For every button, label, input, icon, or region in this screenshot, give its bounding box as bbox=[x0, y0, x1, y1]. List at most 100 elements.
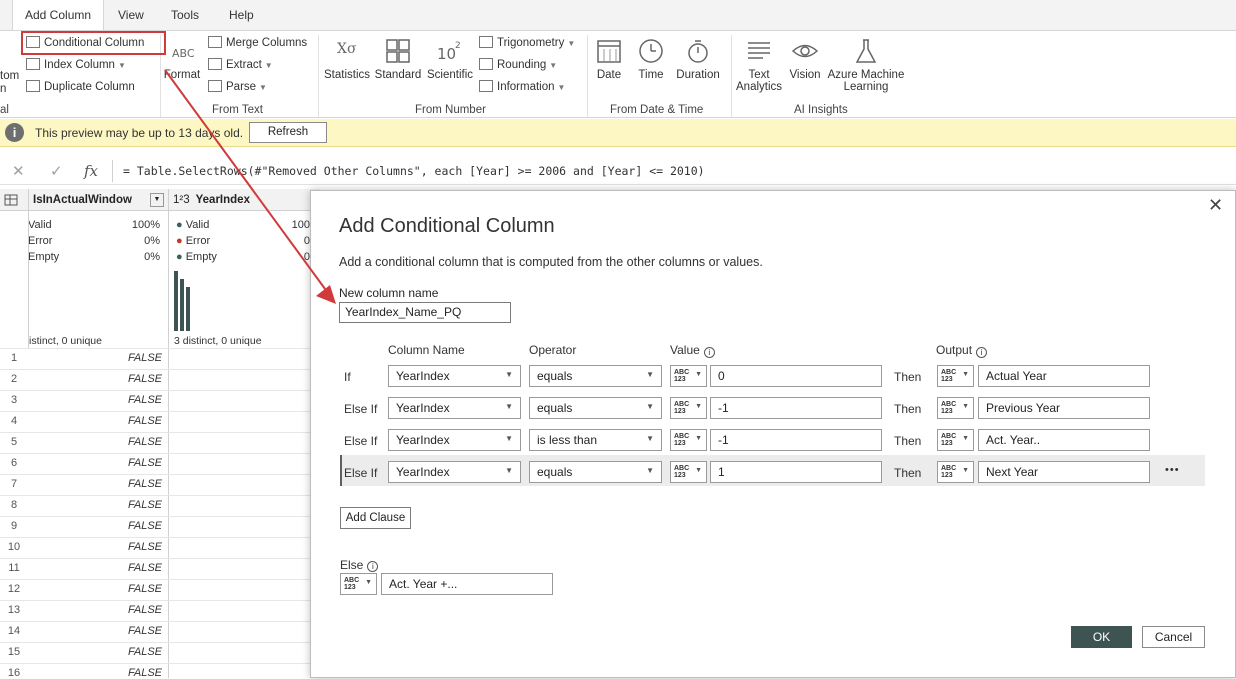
tab-view[interactable]: View bbox=[118, 8, 144, 22]
info-icon[interactable]: i bbox=[703, 347, 715, 358]
cancel-formula-icon[interactable]: ✕ bbox=[12, 162, 25, 180]
value-input[interactable]: -1 bbox=[710, 429, 882, 451]
rounding-button[interactable]: Rounding ▼ bbox=[479, 58, 557, 71]
value-type-selector[interactable]: ABC 123 ▼ bbox=[670, 429, 707, 451]
table-cell[interactable]: FALSE bbox=[28, 373, 166, 385]
row-number[interactable]: 1 bbox=[0, 352, 28, 364]
add-clause-button[interactable]: Add Clause bbox=[340, 507, 411, 529]
value-input[interactable]: -1 bbox=[710, 397, 882, 419]
else-value-input[interactable]: Act. Year +... bbox=[381, 573, 553, 595]
time-button[interactable]: Time bbox=[634, 37, 668, 81]
merge-columns-button[interactable]: Merge Columns bbox=[208, 36, 307, 49]
table-cell[interactable]: FALSE bbox=[28, 352, 166, 364]
row-number[interactable]: 9 bbox=[0, 520, 28, 532]
cancel-button[interactable]: Cancel bbox=[1142, 626, 1205, 648]
row-number[interactable]: 13 bbox=[0, 604, 28, 616]
row-number[interactable]: 3 bbox=[0, 394, 28, 406]
vision-button[interactable]: Vision bbox=[786, 37, 824, 81]
operator-dropdown[interactable]: equals ▼ bbox=[529, 365, 662, 387]
table-cell[interactable]: FALSE bbox=[28, 604, 166, 616]
output-type-selector[interactable]: ABC 123 ▼ bbox=[937, 365, 974, 387]
info-icon[interactable]: i bbox=[367, 561, 379, 572]
column-name-dropdown[interactable]: YearIndex ▼ bbox=[388, 365, 521, 387]
new-column-name-input[interactable]: YearIndex_Name_PQ bbox=[339, 302, 511, 323]
row-number[interactable]: 12 bbox=[0, 583, 28, 595]
row-number[interactable]: 6 bbox=[0, 457, 28, 469]
table-cell[interactable]: FALSE bbox=[28, 667, 166, 679]
information-button[interactable]: Information ▼ bbox=[479, 80, 565, 93]
row-number[interactable]: 5 bbox=[0, 436, 28, 448]
standard-button[interactable]: Standard bbox=[373, 37, 423, 81]
value-input[interactable]: 0 bbox=[710, 365, 882, 387]
operator-dropdown[interactable]: is less than ▼ bbox=[529, 429, 662, 451]
duplicate-column-button[interactable]: Duplicate Column bbox=[26, 80, 135, 93]
duration-button[interactable]: Duration bbox=[674, 37, 722, 81]
value-type-selector[interactable]: ABC 123 ▼ bbox=[670, 461, 707, 483]
table-menu-icon[interactable] bbox=[0, 189, 28, 211]
column-header-isinactualwindow[interactable]: IsInActualWindow ▼ bbox=[28, 189, 168, 211]
table-cell[interactable]: FALSE bbox=[28, 541, 166, 553]
table-cell[interactable]: FALSE bbox=[28, 583, 166, 595]
format-button[interactable]: ABC Format bbox=[162, 37, 202, 81]
else-type-selector[interactable]: ABC 123 ▼ bbox=[340, 573, 377, 595]
index-column-button[interactable]: Index Column ▼ bbox=[26, 58, 126, 71]
refresh-button[interactable]: Refresh bbox=[249, 122, 327, 143]
tab-tools[interactable]: Tools bbox=[171, 8, 199, 22]
info-icon[interactable]: i bbox=[976, 347, 988, 358]
tab-add-column[interactable]: Add Column bbox=[12, 0, 105, 31]
table-cell[interactable]: FALSE bbox=[28, 457, 166, 469]
row-number[interactable]: 8 bbox=[0, 499, 28, 511]
more-options-icon[interactable]: ••• bbox=[1165, 464, 1180, 476]
confirm-formula-icon[interactable]: ✓ bbox=[50, 162, 63, 180]
output-input[interactable]: Previous Year bbox=[978, 397, 1150, 419]
table-cell[interactable]: FALSE bbox=[28, 394, 166, 406]
table-cell[interactable]: FALSE bbox=[28, 562, 166, 574]
column-header-yearindex[interactable]: 1²3 YearIndex bbox=[168, 189, 320, 211]
table-cell[interactable]: FALSE bbox=[28, 478, 166, 490]
tab-help[interactable]: Help bbox=[229, 8, 254, 22]
column-filter-icon[interactable]: ▼ bbox=[150, 193, 164, 207]
row-number[interactable]: 11 bbox=[0, 562, 28, 574]
statistics-button[interactable]: Xσ Statistics bbox=[322, 37, 372, 81]
output-input[interactable]: Next Year bbox=[978, 461, 1150, 483]
value-input[interactable]: 1 bbox=[710, 461, 882, 483]
date-button[interactable]: Date bbox=[592, 37, 626, 81]
ok-button[interactable]: OK bbox=[1071, 626, 1132, 648]
output-type-selector[interactable]: ABC 123 ▼ bbox=[937, 461, 974, 483]
output-input[interactable]: Act. Year.. bbox=[978, 429, 1150, 451]
trigonometry-button[interactable]: Trigonometry ▼ bbox=[479, 36, 575, 49]
row-number[interactable]: 16 bbox=[0, 667, 28, 679]
table-cell[interactable]: FALSE bbox=[28, 646, 166, 658]
value-type-selector[interactable]: ABC 123 ▼ bbox=[670, 365, 707, 387]
column-name-dropdown[interactable]: YearIndex ▼ bbox=[388, 461, 521, 483]
row-number[interactable]: 4 bbox=[0, 415, 28, 427]
table-cell[interactable]: FALSE bbox=[28, 436, 166, 448]
output-type-selector[interactable]: ABC 123 ▼ bbox=[937, 429, 974, 451]
table-cell[interactable]: FALSE bbox=[28, 415, 166, 427]
row-number[interactable]: 10 bbox=[0, 541, 28, 553]
row-number[interactable]: 7 bbox=[0, 478, 28, 490]
output-type-selector[interactable]: ABC 123 ▼ bbox=[937, 397, 974, 419]
output-input[interactable]: Actual Year bbox=[978, 365, 1150, 387]
value-type-selector[interactable]: ABC 123 ▼ bbox=[670, 397, 707, 419]
close-icon[interactable]: ✕ bbox=[1208, 195, 1223, 216]
operator-dropdown[interactable]: equals ▼ bbox=[529, 397, 662, 419]
formula-input[interactable]: = Table.SelectRows(#"Removed Other Colum… bbox=[112, 160, 1236, 182]
custom-column-button-cut[interactable]: tom bbox=[0, 70, 19, 82]
parse-button[interactable]: Parse ▼ bbox=[208, 80, 267, 93]
extract-button[interactable]: Extract ▼ bbox=[208, 58, 273, 71]
number-type-icon[interactable]: 1²3 bbox=[173, 194, 190, 206]
row-number[interactable]: 14 bbox=[0, 625, 28, 637]
column-name-dropdown[interactable]: YearIndex ▼ bbox=[388, 397, 521, 419]
table-cell[interactable]: FALSE bbox=[28, 499, 166, 511]
table-cell[interactable]: FALSE bbox=[28, 625, 166, 637]
conditional-column-button[interactable]: Conditional Column bbox=[26, 36, 144, 49]
azure-ml-button[interactable]: Azure Machine Learning bbox=[826, 37, 906, 93]
operator-dropdown[interactable]: equals ▼ bbox=[529, 461, 662, 483]
row-number[interactable]: 15 bbox=[0, 646, 28, 658]
row-number[interactable]: 2 bbox=[0, 373, 28, 385]
scientific-button[interactable]: 10 2 Scientific bbox=[424, 37, 476, 81]
table-cell[interactable]: FALSE bbox=[28, 520, 166, 532]
column-name-dropdown[interactable]: YearIndex ▼ bbox=[388, 429, 521, 451]
text-analytics-button[interactable]: Text Analytics bbox=[736, 37, 782, 93]
